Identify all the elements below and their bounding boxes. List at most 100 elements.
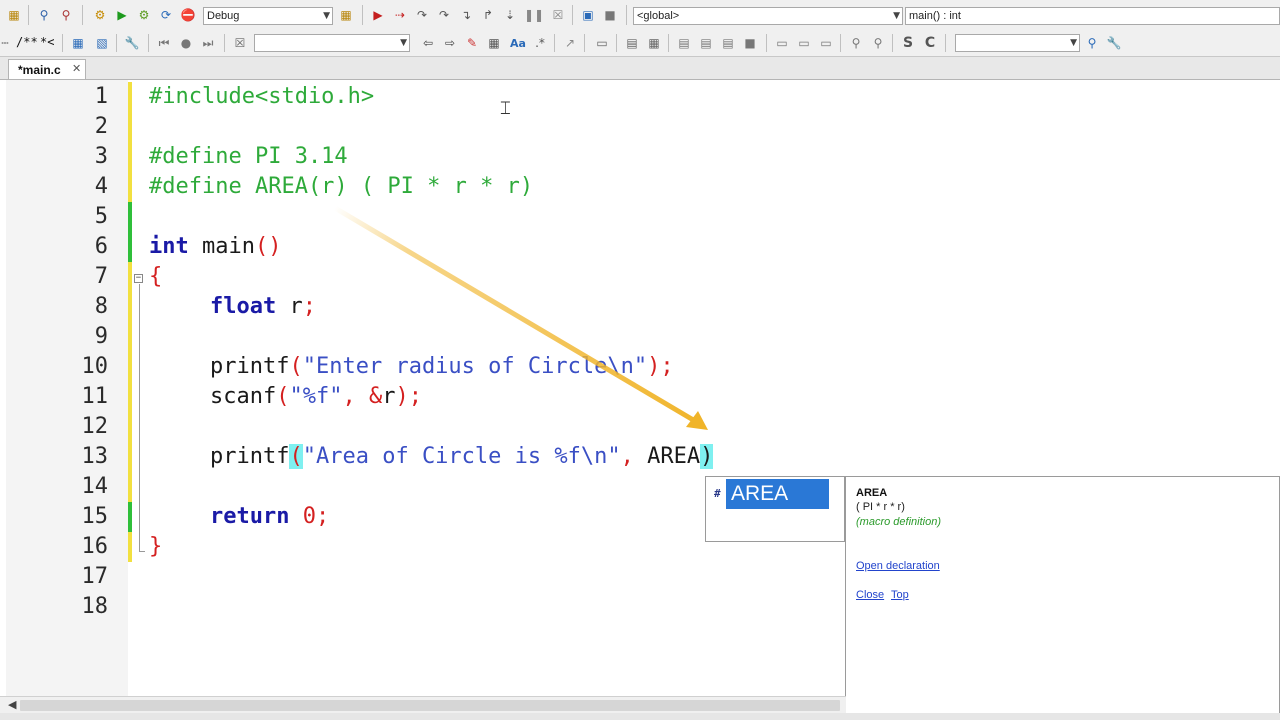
- code-line-4: #define AREA(r) ( PI * r * r): [149, 174, 534, 199]
- doc-icon[interactable]: ▦: [70, 35, 86, 51]
- replace-icon[interactable]: ⚲: [58, 7, 74, 23]
- symbol-select[interactable]: main() : int: [905, 7, 1280, 25]
- open-icon[interactable]: ▦: [6, 7, 22, 23]
- line-number: 17: [81, 564, 109, 589]
- pointer-icon[interactable]: ↗: [562, 35, 578, 51]
- box-1-icon[interactable]: ▭: [774, 35, 790, 51]
- scrollbar-thumb[interactable]: [20, 700, 840, 711]
- toolbar-separator: [62, 34, 63, 52]
- debug-info-icon[interactable]: ■: [602, 7, 618, 23]
- main-toolbar: ▦ ⚲ ⚲ ⚙ ▶ ⚙ ⟳ ⛔ Debug ▼ ▦ ▶ ⇢ ↷ ↷ ↴ ↱ ⇣ ❚…: [0, 0, 1280, 32]
- layout-4-icon[interactable]: ■: [742, 35, 758, 51]
- layout-1-icon[interactable]: ▤: [676, 35, 692, 51]
- search-icon[interactable]: ⚲: [36, 7, 52, 23]
- close-link[interactable]: Close: [856, 589, 884, 601]
- doc-block-icon[interactable]: ▧: [94, 35, 110, 51]
- string-literal: "%f": [289, 384, 343, 409]
- toolbar-separator: [148, 34, 149, 52]
- run-icon[interactable]: ▶: [114, 7, 130, 23]
- rebuild-icon[interactable]: ⟳: [158, 7, 174, 23]
- step-into-icon[interactable]: ↴: [458, 7, 474, 23]
- line-number: 16: [81, 534, 109, 559]
- status-bar: [0, 713, 1280, 720]
- debug-windows-icon[interactable]: ▣: [580, 7, 596, 23]
- paren: (: [289, 354, 303, 379]
- horizontal-scrollbar[interactable]: ◀: [0, 696, 846, 714]
- number-literal: 0: [289, 504, 316, 529]
- top-link[interactable]: Top: [891, 589, 909, 601]
- highlight-pen-icon[interactable]: ✎: [464, 35, 480, 51]
- debug-run-icon[interactable]: ▶: [370, 7, 386, 23]
- semicolon: ;: [315, 504, 330, 529]
- code-line-6: int main(): [149, 232, 281, 262]
- paren-semicolon: );: [395, 384, 422, 409]
- scope-select[interactable]: <global> ▼: [633, 7, 903, 25]
- string-literal: "Area of Circle is %f\n": [302, 444, 621, 469]
- autocomplete-list: # AREA: [705, 476, 845, 542]
- search-icon[interactable]: ⚲: [1084, 35, 1100, 51]
- toolbar-separator: [28, 5, 29, 25]
- abort-icon[interactable]: ⛔: [180, 7, 196, 23]
- c-icon[interactable]: C: [922, 35, 938, 51]
- text-cursor-icon: ⌶: [500, 98, 511, 119]
- fold-toggle-icon[interactable]: −: [134, 274, 143, 283]
- uncomment-button[interactable]: *<: [40, 35, 54, 49]
- selection-icon[interactable]: ▦: [486, 35, 502, 51]
- layout-2-icon[interactable]: ▤: [698, 35, 714, 51]
- next-instruction-icon[interactable]: ↷: [436, 7, 452, 23]
- rectangle-icon[interactable]: ▭: [594, 35, 610, 51]
- next-line-icon[interactable]: ↷: [414, 7, 430, 23]
- page-icon[interactable]: ▦: [646, 35, 662, 51]
- settings-icon[interactable]: 🔧: [1106, 35, 1122, 51]
- change-marker-unsaved: [128, 532, 132, 562]
- layout-3-icon[interactable]: ▤: [720, 35, 736, 51]
- build-target-value: Debug: [207, 10, 240, 22]
- search-field[interactable]: ▼: [955, 34, 1080, 52]
- line-number: 6: [94, 234, 108, 259]
- toggle-bookmark-icon[interactable]: ●: [178, 35, 194, 51]
- semicolon: ;: [302, 294, 316, 319]
- wizard-icon[interactable]: ▦: [338, 7, 354, 23]
- zoom-in-icon[interactable]: ⚲: [848, 35, 864, 51]
- regex-icon[interactable]: .*: [532, 35, 548, 51]
- symbol-value: main() : int: [909, 10, 961, 22]
- wrench-icon[interactable]: 🔧: [124, 35, 140, 51]
- code-line-3: #define PI 3.14: [149, 144, 348, 169]
- back-arrow-icon[interactable]: ⇦: [420, 35, 436, 51]
- tab-main-c[interactable]: *main.c ✕: [8, 59, 86, 79]
- prev-bookmark-icon[interactable]: ⏮: [156, 35, 172, 51]
- code-line-10: printf("Enter radius of Circle\n");: [210, 352, 674, 382]
- build-run-icon[interactable]: ⚙: [136, 7, 152, 23]
- step-icon[interactable]: ⇣: [502, 7, 518, 23]
- box-3-icon[interactable]: ▭: [818, 35, 834, 51]
- line-number: 7: [94, 264, 108, 289]
- s-icon[interactable]: S: [900, 35, 916, 51]
- forward-arrow-icon[interactable]: ⇨: [442, 35, 458, 51]
- step-out-icon[interactable]: ↱: [480, 7, 496, 23]
- change-marker-saved: [128, 202, 132, 232]
- pause-icon[interactable]: ❚❚: [524, 7, 544, 23]
- code-line-1: #include<stdio.h>: [149, 84, 375, 109]
- stop-icon[interactable]: ☒: [550, 7, 566, 23]
- scroll-left-icon[interactable]: ◀: [8, 698, 16, 711]
- keyword-return: return: [210, 504, 290, 529]
- box-2-icon[interactable]: ▭: [796, 35, 812, 51]
- toolbar-separator: [554, 34, 555, 52]
- toolbar-separator: [116, 34, 117, 52]
- build-target-select[interactable]: Debug ▼: [203, 7, 333, 25]
- comment-button[interactable]: /**: [16, 35, 38, 49]
- run-to-cursor-icon[interactable]: ⇢: [392, 7, 408, 23]
- zoom-out-icon[interactable]: ⚲: [870, 35, 886, 51]
- comma: ,: [620, 444, 634, 469]
- close-icon[interactable]: ✕: [72, 62, 81, 75]
- search-combo[interactable]: ▼: [254, 34, 410, 52]
- line-number: 10: [81, 354, 109, 379]
- clear-bookmarks-icon[interactable]: ☒: [232, 35, 248, 51]
- build-gear-icon[interactable]: ⚙: [92, 7, 108, 23]
- autocomplete-item[interactable]: # AREA: [708, 479, 842, 509]
- open-declaration-link[interactable]: Open declaration: [856, 560, 940, 572]
- line-number: 4: [94, 174, 108, 199]
- match-case-icon[interactable]: Aa: [508, 35, 528, 51]
- image-icon[interactable]: ▤: [624, 35, 640, 51]
- next-bookmark-icon[interactable]: ⏭: [200, 35, 216, 51]
